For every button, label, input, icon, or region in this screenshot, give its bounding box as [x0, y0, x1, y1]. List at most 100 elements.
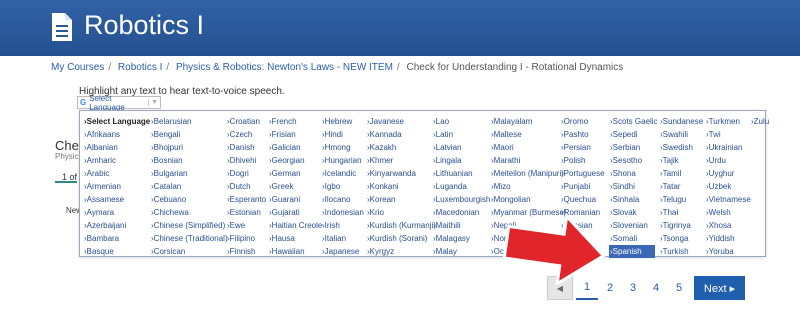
language-option[interactable]: ›Latvian — [432, 141, 490, 154]
language-option[interactable]: ›Slovenian — [609, 219, 658, 232]
language-option[interactable]: ›Malayalam — [490, 115, 567, 128]
language-option[interactable]: ›Galician — [268, 141, 322, 154]
language-option[interactable]: ›Javanese — [366, 115, 436, 128]
language-option[interactable]: ›Irish — [321, 219, 364, 232]
language-option[interactable]: ›Igbo — [321, 180, 364, 193]
language-option[interactable]: ›Armenian — [83, 180, 150, 193]
language-option[interactable]: ›Icelandic — [321, 167, 364, 180]
language-option[interactable]: ›Chinese (Traditional) — [150, 232, 228, 245]
language-option[interactable]: ›Ilocano — [321, 193, 364, 206]
language-option[interactable]: ›Chinese (Simplified) — [150, 219, 228, 232]
page-link[interactable]: 5 — [668, 276, 690, 300]
language-option[interactable]: ›Frisian — [268, 128, 322, 141]
language-option[interactable]: ›Lao — [432, 115, 490, 128]
language-option[interactable]: ›Telugu — [659, 193, 703, 206]
language-option[interactable]: ›French — [268, 115, 322, 128]
language-option[interactable]: ›Luganda — [432, 180, 490, 193]
language-select[interactable]: G Select Language ▼ — [77, 94, 161, 112]
language-option[interactable]: ›Bengali — [150, 128, 228, 141]
page-link[interactable]: 3 — [622, 276, 644, 300]
language-option[interactable]: ›Esperanto — [226, 193, 266, 206]
language-option[interactable]: ›Chichewa — [150, 206, 228, 219]
language-option[interactable]: ›Twi — [705, 128, 751, 141]
language-option[interactable]: ›Ukrainian — [705, 141, 751, 154]
language-option[interactable]: ›Thai — [659, 206, 703, 219]
language-option[interactable]: ›Bambara — [83, 232, 150, 245]
language-option[interactable]: ›Kazakh — [366, 141, 436, 154]
language-option[interactable]: ›Kurdish (Sorani) — [366, 232, 436, 245]
language-option[interactable]: ›Swahili — [659, 128, 703, 141]
language-option[interactable]: ›Amharic — [83, 154, 150, 167]
language-option[interactable]: ›Greek — [268, 180, 322, 193]
language-option[interactable]: ›Malagasy — [432, 232, 490, 245]
language-option[interactable]: ›Haitian Creole — [268, 219, 322, 232]
language-option[interactable]: ›Aymara — [83, 206, 150, 219]
language-option[interactable]: ›Ewe — [226, 219, 266, 232]
language-option[interactable]: ›Slovak — [609, 206, 658, 219]
language-option[interactable]: ›Japanese — [321, 245, 364, 258]
language-option[interactable]: ›Uyghur — [705, 167, 751, 180]
language-option[interactable]: ›Swedish — [659, 141, 703, 154]
breadcrumb-physics[interactable]: Physics & Robotics: Newton's Laws - NEW … — [176, 62, 393, 73]
language-option[interactable]: ›Marathi — [490, 154, 567, 167]
language-option[interactable]: ›Hindi — [321, 128, 364, 141]
language-option[interactable]: ›Scots Gaelic — [609, 115, 658, 128]
language-option[interactable]: ›Indonesian — [321, 206, 364, 219]
language-option[interactable]: ›Spanish — [609, 245, 655, 258]
language-option[interactable]: ›Dogri — [226, 167, 266, 180]
language-option[interactable]: ›Welsh — [705, 206, 751, 219]
language-option[interactable]: ›Persian — [560, 141, 605, 154]
language-option[interactable]: ›Serbian — [609, 141, 658, 154]
language-option[interactable]: ›Macedonian — [432, 206, 490, 219]
language-option[interactable]: ›Czech — [226, 128, 266, 141]
language-option[interactable]: ›Konkani — [366, 180, 436, 193]
language-option[interactable]: ›Tamil — [659, 167, 703, 180]
language-option[interactable]: ›Gujarati — [268, 206, 322, 219]
language-option[interactable]: ›Afrikaans — [83, 128, 150, 141]
language-option[interactable]: ›Catalan — [150, 180, 228, 193]
language-option[interactable]: ›Malay — [432, 245, 490, 258]
language-option[interactable]: ›Maithili — [432, 219, 490, 232]
language-option[interactable]: ›Xhosa — [705, 219, 751, 232]
language-option[interactable]: ›Luxembourgish — [432, 193, 490, 206]
language-option[interactable]: ›Maori — [490, 141, 567, 154]
language-option[interactable]: ›Hebrew — [321, 115, 364, 128]
language-option[interactable]: ›Select Language — [83, 115, 150, 128]
language-option[interactable]: ›Cebuano — [150, 193, 228, 206]
language-option[interactable]: ›Kyrgyz — [366, 245, 436, 258]
language-option[interactable]: ›Pashto — [560, 128, 605, 141]
breadcrumb-robotics[interactable]: Robotics I — [118, 62, 162, 73]
language-option[interactable]: ›Sesotho — [609, 154, 658, 167]
language-option[interactable]: ›Uzbek — [705, 180, 751, 193]
language-option[interactable]: ›Tajik — [659, 154, 703, 167]
language-option[interactable]: ›Khmer — [366, 154, 436, 167]
language-option[interactable]: ›Mizo — [490, 180, 567, 193]
language-option[interactable]: ›Kinyarwanda — [366, 167, 436, 180]
language-option[interactable]: ›Sundanese — [659, 115, 703, 128]
language-option[interactable]: ›Korean — [366, 193, 436, 206]
page-link[interactable]: 4 — [645, 276, 667, 300]
language-option[interactable]: ›Guarani — [268, 193, 322, 206]
language-option[interactable]: ›German — [268, 167, 322, 180]
language-option[interactable]: ›Krio — [366, 206, 436, 219]
next-button[interactable]: Next ▸ — [694, 276, 745, 300]
language-option[interactable]: ›Meiteilon (Manipuri) — [490, 167, 567, 180]
language-option[interactable]: ›Oromo — [560, 115, 605, 128]
language-option[interactable]: ›Kannada — [366, 128, 436, 141]
language-option[interactable]: ›Lithuanian — [432, 167, 490, 180]
language-option[interactable]: ›Yoruba — [705, 245, 751, 258]
language-option[interactable]: ›Italian — [321, 232, 364, 245]
language-option[interactable]: ›Belarusian — [150, 115, 228, 128]
language-option[interactable]: ›Bhojpuri — [150, 141, 228, 154]
language-option[interactable]: ›Georgian — [268, 154, 322, 167]
language-option[interactable]: ›Bosnian — [150, 154, 228, 167]
language-option[interactable]: ›Hawaiian — [268, 245, 322, 258]
language-option[interactable]: ›Croatian — [226, 115, 266, 128]
language-option[interactable]: ›Vietnamese — [705, 193, 751, 206]
language-option[interactable]: ›Shona — [609, 167, 658, 180]
language-option[interactable]: ›Turkmen — [705, 115, 751, 128]
language-option[interactable]: ›Zulu — [750, 115, 769, 128]
language-option[interactable]: ›Latin — [432, 128, 490, 141]
language-option[interactable]: ›Arabic — [83, 167, 150, 180]
language-option[interactable]: ›Sindhi — [609, 180, 658, 193]
